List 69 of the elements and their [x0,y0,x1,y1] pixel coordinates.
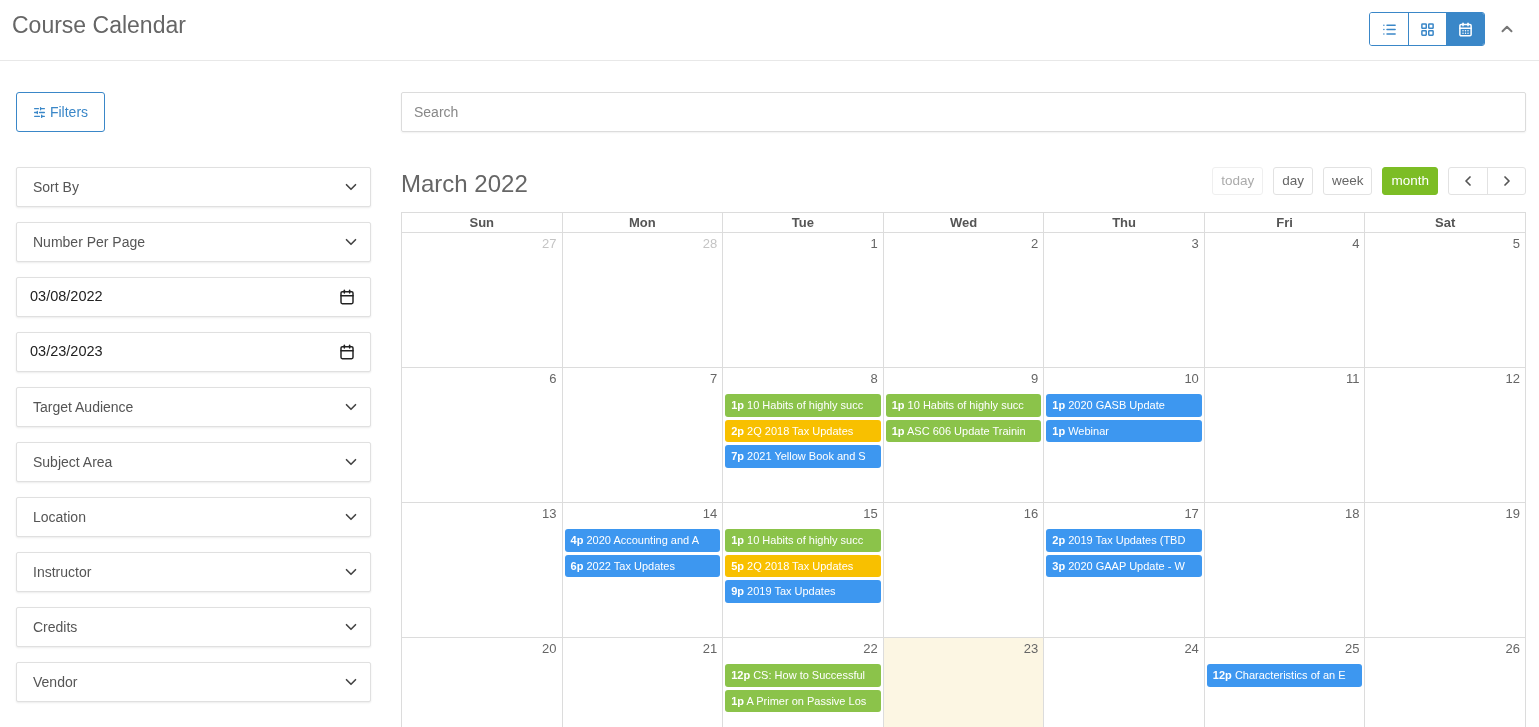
day-number: 14 [702,506,718,523]
day-number: 24 [1184,641,1199,658]
calendar-event[interactable]: 3p 2020 GAAP Update - W [1046,554,1202,577]
filters-button[interactable]: Filters [16,92,105,132]
calendar-view-button[interactable]: week [1322,167,1373,195]
grid-icon [1420,21,1435,37]
sliders-icon [32,105,46,119]
day-number: 17 [1184,506,1199,523]
dropdown-select[interactable]: Vendor [16,662,371,702]
day-number: 13 [542,506,557,523]
date-input-field[interactable]: 03/23/2023 [16,332,371,372]
day-number: 27 [542,236,557,253]
day-number: 28 [702,236,718,253]
day-number: 7 [709,371,718,388]
day-number: 20 [542,641,557,658]
search-field[interactable]: Search [401,92,1526,132]
calendar-event[interactable]: 6p 2022 Tax Updates [564,554,721,577]
dropdown-select[interactable]: Target Audience [16,387,371,427]
day-number: 1 [870,236,878,253]
day-number: 6 [549,371,557,388]
day-number: 5 [1512,236,1520,253]
calendar-event[interactable]: 1p 10 Habits of highly succ [885,394,1042,417]
calendar-event[interactable]: 1p Webinar [1046,419,1202,442]
calendar-event[interactable]: 2p 2019 Tax Updates (TBD [1046,529,1202,552]
day-number: 4 [1352,236,1360,253]
calendar-icon[interactable] [339,289,355,305]
day-number: 15 [863,506,878,523]
day-number: 25 [1344,641,1360,658]
calendar-event[interactable]: 12p Characteristics of an E [1206,664,1363,687]
calendar-event[interactable]: 4p 2020 Accounting and A [564,529,721,552]
day-number: 2 [1031,236,1039,253]
calendar-event[interactable]: 1p 2020 GASB Update [1046,394,1202,417]
day-number: 16 [1023,506,1039,523]
dropdown-select[interactable]: Instructor [16,552,371,592]
day-number: 23 [1023,641,1039,658]
calendar-icon [1458,21,1473,37]
calendar-event[interactable]: 1p ASC 606 Update Trainin [885,419,1042,442]
day-number: 12 [1505,371,1520,388]
day-number: 22 [863,641,878,658]
calendar-event[interactable]: 7p 2021 Yellow Book and S [725,445,881,468]
calendar-event[interactable]: 1p 10 Habits of highly succ [725,529,881,552]
calendar-title: March 2022 [401,169,528,199]
list-icon [1381,21,1397,37]
dropdown-select[interactable]: Number Per Page [16,222,371,262]
calendar-event[interactable]: 1p 10 Habits of highly succ [725,394,881,417]
day-number: 8 [870,371,878,388]
day-number: 19 [1505,506,1520,523]
day-number: 26 [1505,641,1520,658]
page-title: Course Calendar [12,10,186,40]
calendar-event[interactable]: 9p 2019 Tax Updates [725,580,881,603]
calendar-icon[interactable] [339,344,355,360]
dropdown-select[interactable]: Subject Area [16,442,371,482]
calendar-event[interactable]: 1p A Primer on Passive Los [725,689,881,712]
dropdown-select[interactable]: Credits [16,607,371,647]
calendar-event[interactable]: 2p 2Q 2018 Tax Updates [725,419,881,442]
calendar-view-button[interactable]: day [1273,167,1313,195]
date-input-field[interactable]: 03/08/2022 [16,277,371,317]
day-number: 21 [702,641,718,658]
dropdown-select[interactable]: Sort By [16,167,371,207]
day-number: 11 [1345,371,1360,388]
calendar-view-button[interactable]: month [1382,167,1438,195]
view-toggle-button[interactable] [1446,13,1484,45]
dropdown-select[interactable]: Location [16,497,371,537]
calendar-event[interactable]: 12p CS: How to Successful [725,664,881,687]
day-number: 18 [1344,506,1360,523]
day-number: 10 [1184,371,1199,388]
calendar-event[interactable]: 5p 2Q 2018 Tax Updates [725,554,881,577]
day-number: 3 [1191,236,1199,253]
day-number: 9 [1031,371,1039,388]
